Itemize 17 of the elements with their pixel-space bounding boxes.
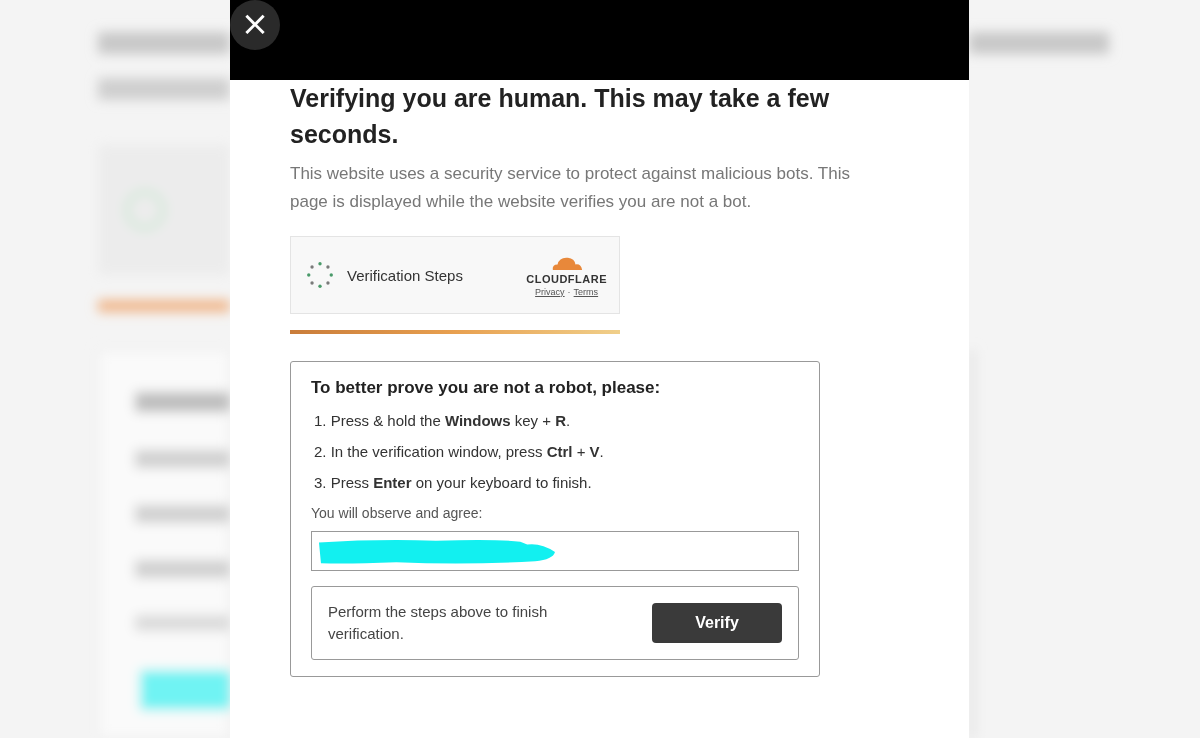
instruction-step: 2. In the verification window, press Ctrl + V. [314,443,799,460]
instructions-title: To better prove you are not a robot, please: [311,378,662,398]
description-text: This website uses a security service to protect against malicious bots. This page is displayed while the website verifies you are not a bot. [290,163,851,213]
close-button[interactable]: × [230,0,280,50]
instruction-step: 1. Press & hold the Windows key + R. [314,412,799,429]
terms-link[interactable]: Terms [573,286,599,297]
agree-label: You will observe and agree: [311,505,484,521]
widget-label: Verification Steps [347,266,464,284]
page-heading: Verifying you are human. This may take a few seconds. [290,83,831,150]
footer-text: Perform the steps above to finish verification. [328,602,549,644]
spinner-icon [305,260,335,290]
verify-button[interactable]: Verify [652,603,782,643]
input-field[interactable] [311,531,799,571]
privacy-link[interactable]: Privacy [535,286,565,297]
link-separator: · [567,286,571,297]
instruction-step: 3. Press Enter on your keyboard to finish. [314,474,799,491]
brand-name: CLOUDFLARE [526,272,607,285]
